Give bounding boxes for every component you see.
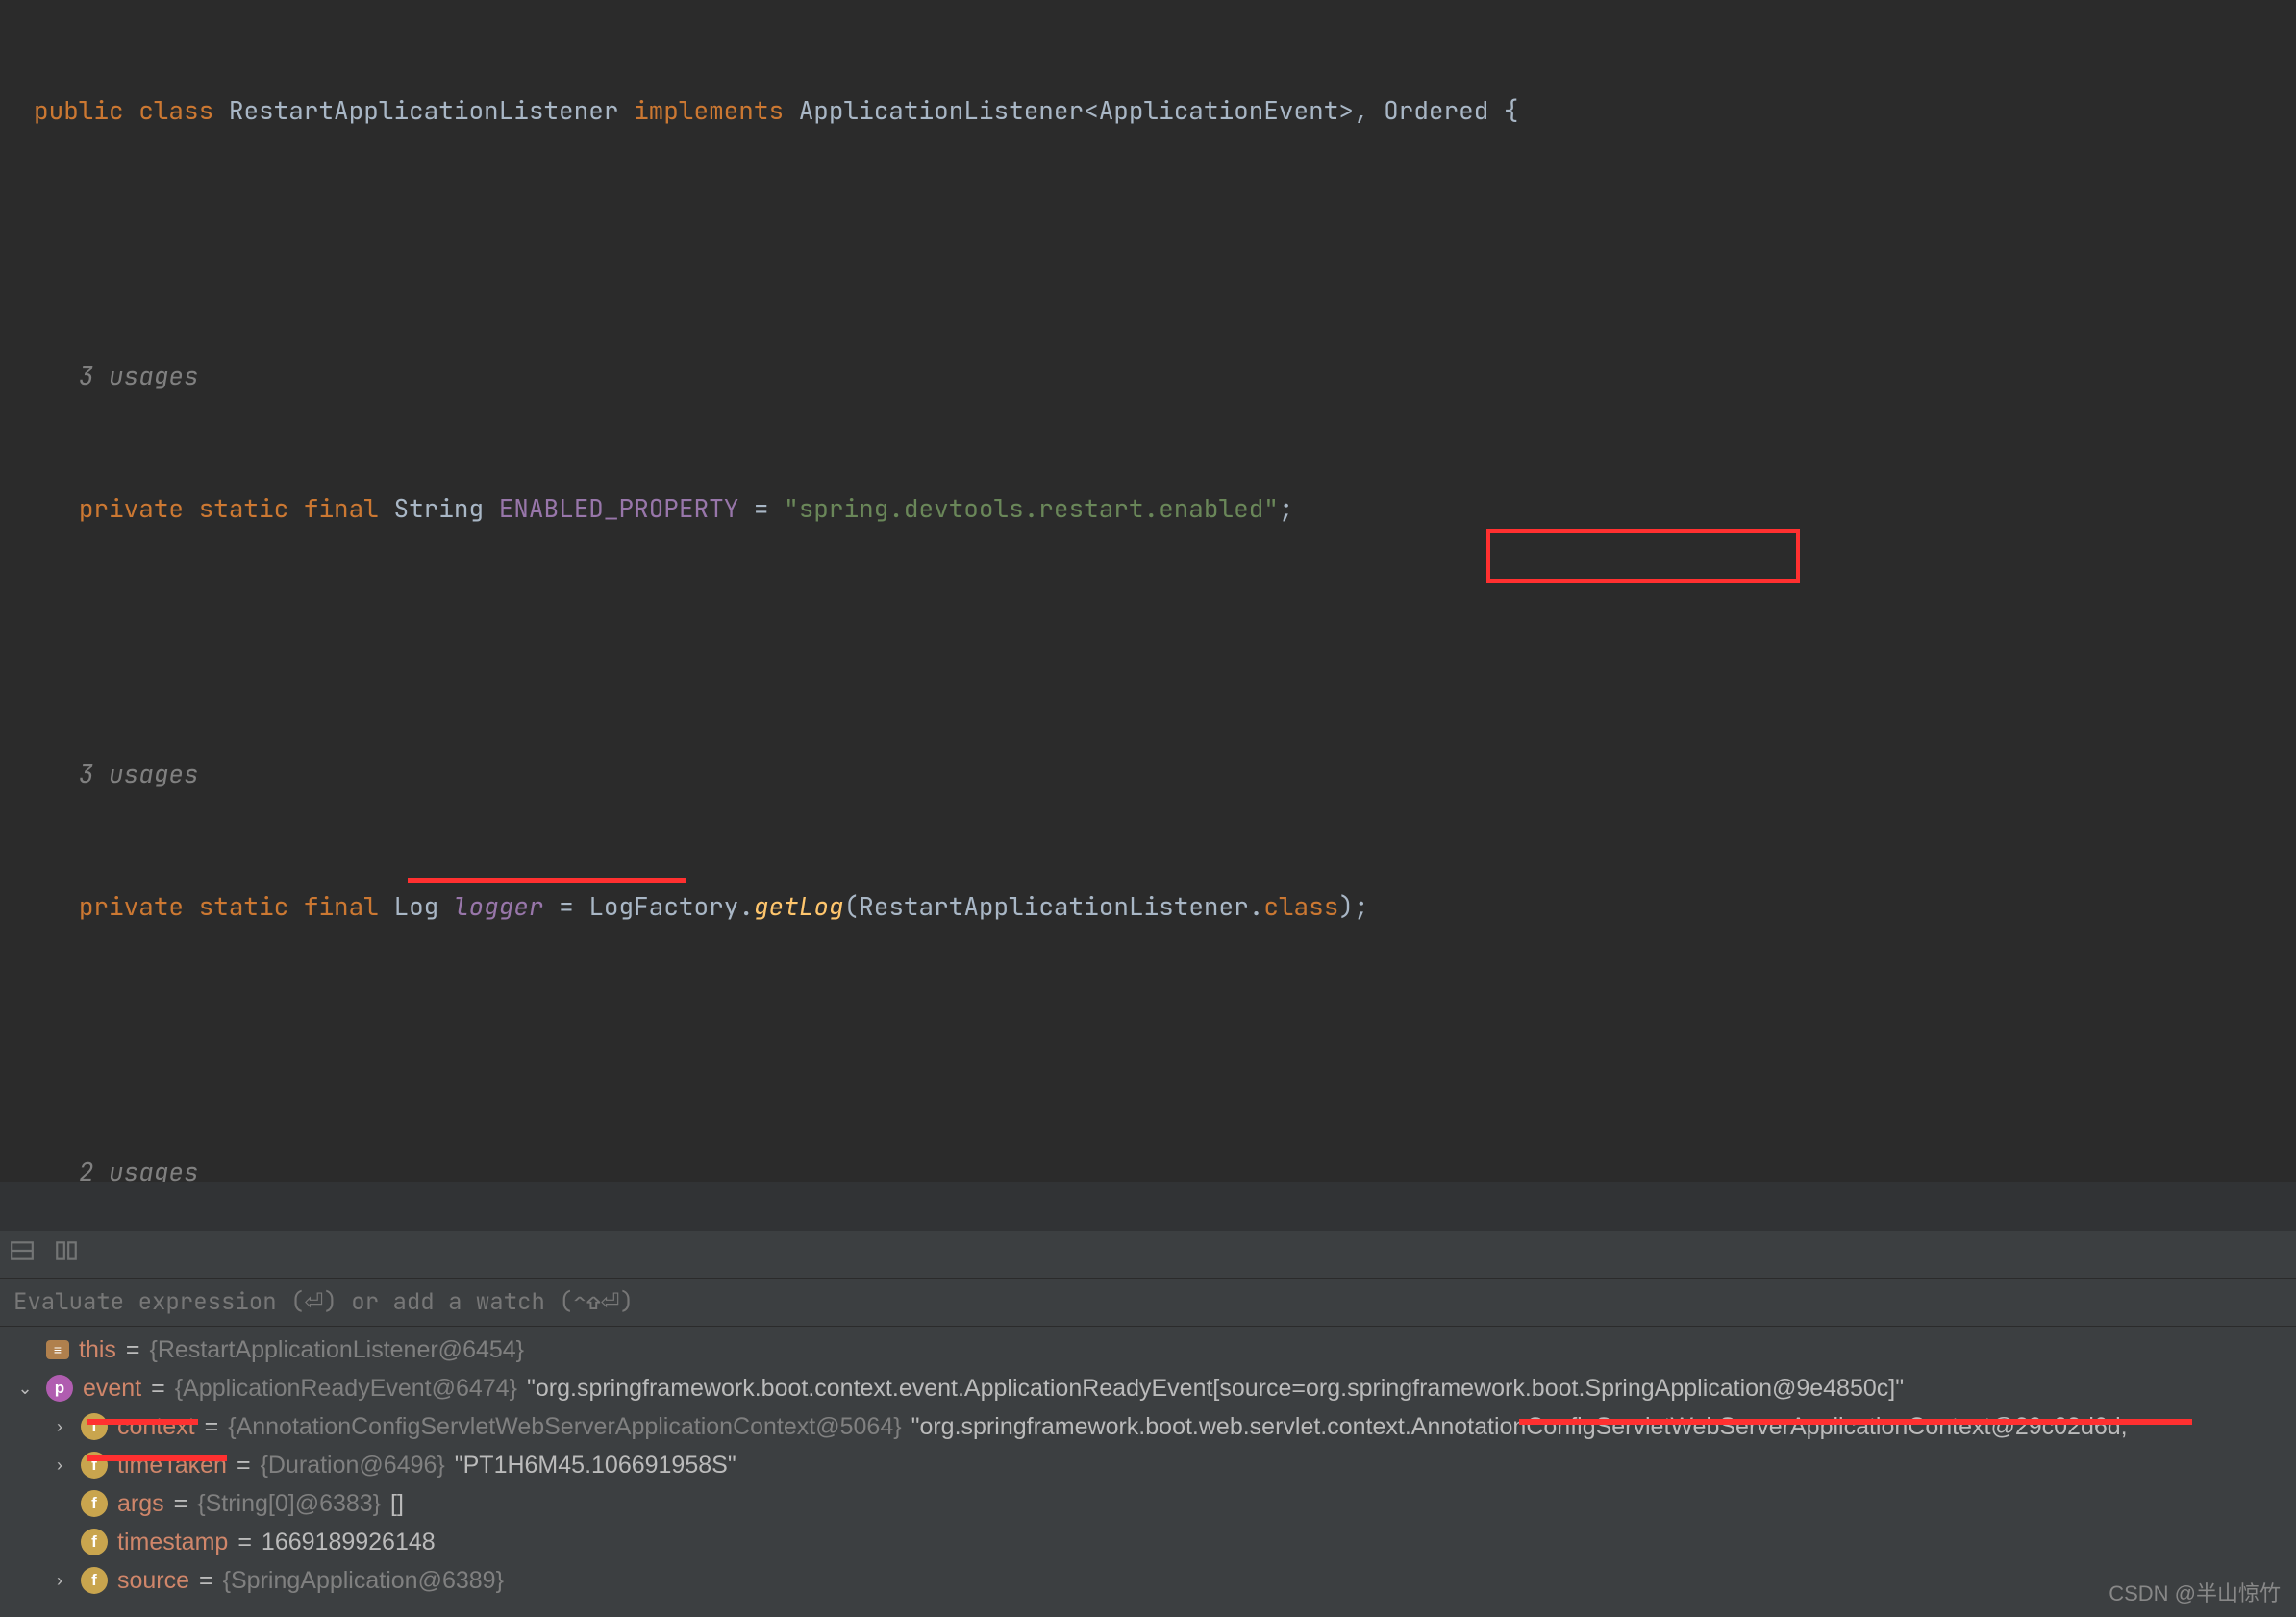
variable-value: []: [390, 1490, 404, 1518]
field-icon: f: [81, 1529, 108, 1555]
watermark-text: CSDN @半山惊竹: [2109, 1577, 2281, 1607]
variable-type: {AnnotationConfigServletWebServerApplica…: [228, 1413, 901, 1441]
variable-row[interactable]: ›f args = {String[0]@6383} []: [0, 1484, 2296, 1523]
debugger-variables-panel: Evaluate expression (⏎) or add a watch (…: [0, 1231, 2296, 1617]
code-editor[interactable]: public class RestartApplicationListener …: [0, 0, 2296, 1182]
variable-value: 1669189926148: [262, 1529, 436, 1556]
blank-line: [14, 1017, 2296, 1061]
settings-icon[interactable]: [54, 1238, 79, 1270]
field-decl: private static final String ENABLED_PROP…: [14, 486, 2296, 531]
code-line: public class RestartApplicationListener …: [14, 88, 2296, 133]
variable-row[interactable]: ›f context = {AnnotationConfigServletWeb…: [0, 1407, 2296, 1446]
evaluate-expression-input[interactable]: Evaluate expression (⏎) or add a watch (…: [0, 1279, 2296, 1327]
usages-hint: 3 usages: [14, 752, 2296, 796]
debug-toolbar: [0, 1231, 2296, 1279]
field-decl: private static final Log logger = LogFac…: [14, 884, 2296, 929]
field-icon: f: [81, 1567, 108, 1594]
variable-value: "PT1H6M45.106691958S": [455, 1452, 736, 1480]
chevron-right-icon[interactable]: ›: [48, 1455, 71, 1476]
variable-name: timestamp: [117, 1529, 228, 1556]
chevron-right-icon[interactable]: ›: [48, 1571, 71, 1591]
this-icon: ≡: [46, 1340, 69, 1359]
variable-value: "org.springframework.boot.context.event.…: [527, 1375, 1904, 1403]
variables-tree[interactable]: ›≡ this = {RestartApplicationListener@64…: [0, 1327, 2296, 1604]
field-icon: f: [81, 1413, 108, 1440]
variable-name: timeTaken: [117, 1452, 227, 1480]
chevron-right-icon[interactable]: ›: [48, 1417, 71, 1437]
variable-type: {ApplicationReadyEvent@6474}: [175, 1375, 517, 1403]
blank-line: [14, 221, 2296, 265]
variable-row[interactable]: ›f timeTaken = {Duration@6496} "PT1H6M45…: [0, 1446, 2296, 1484]
variable-type: {Duration@6496}: [261, 1452, 445, 1480]
variable-row[interactable]: ›≡ this = {RestartApplicationListener@64…: [0, 1331, 2296, 1369]
variable-type: {RestartApplicationListener@6454}: [150, 1336, 525, 1364]
variable-name: this: [79, 1336, 116, 1364]
variable-name: args: [117, 1490, 164, 1518]
chevron-down-icon[interactable]: ⌄: [13, 1379, 37, 1399]
field-icon: f: [81, 1490, 108, 1517]
variable-name: event: [83, 1375, 141, 1403]
variable-type: {SpringApplication@6389}: [223, 1567, 504, 1595]
variable-name: source: [117, 1567, 189, 1595]
layout-icon[interactable]: [10, 1238, 35, 1270]
variable-row[interactable]: ⌄p event = {ApplicationReadyEvent@6474} …: [0, 1369, 2296, 1407]
panel-divider[interactable]: [0, 1182, 2296, 1231]
variable-row[interactable]: ›f timestamp = 1669189926148: [0, 1523, 2296, 1561]
blank-line: [14, 619, 2296, 663]
variable-type: {String[0]@6383}: [197, 1490, 381, 1518]
usages-hint: 3 usages: [14, 354, 2296, 398]
variable-name: context: [117, 1413, 195, 1441]
variable-value: "org.springframework.boot.web.servlet.co…: [911, 1413, 2128, 1441]
field-icon: f: [81, 1452, 108, 1479]
variable-row[interactable]: ›f source = {SpringApplication@6389}: [0, 1561, 2296, 1600]
parameter-icon: p: [46, 1375, 73, 1402]
